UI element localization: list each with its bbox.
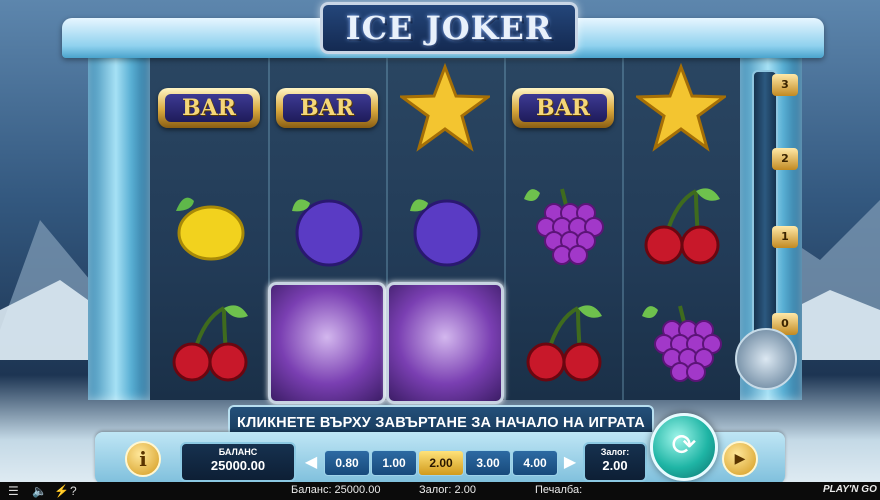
bet-label: Залог:: [600, 447, 630, 457]
cherry-symbol: [622, 168, 740, 283]
status-bar: ☰ 🔈 ⚡ ? Баланс: 25000.00 Залог: 2.00 Печ…: [0, 482, 880, 500]
bet-panel: Залог: 2.00: [583, 442, 647, 482]
status-win: Печалба:: [535, 484, 583, 496]
multiplier-level: 2: [772, 148, 798, 170]
balance-value: 25000.00: [210, 458, 266, 473]
bet-option-selected[interactable]: 2.00: [418, 450, 464, 476]
autoplay-button[interactable]: ▶: [722, 441, 758, 477]
status-balance: Баланс: 25000.00: [291, 484, 381, 496]
game-title: ICE JOKER: [345, 9, 553, 47]
plum-symbol: [268, 168, 386, 283]
bet-value: 2.00: [602, 458, 628, 473]
bar-plate: BAR: [158, 87, 260, 128]
joker-symbol: [268, 281, 386, 404]
bet-increase-button[interactable]: ▶: [563, 450, 577, 474]
cherry-symbol: [150, 285, 268, 400]
bar-text: BAR: [165, 93, 253, 122]
bet-option[interactable]: 1.00: [371, 450, 417, 476]
menu-icon[interactable]: ☰: [8, 484, 19, 498]
bar-symbol: BAR: [268, 50, 386, 165]
balance-label: БАЛАНС: [218, 447, 258, 457]
sound-icon[interactable]: 🔈: [32, 484, 47, 498]
plum-symbol: [386, 168, 504, 283]
refresh-icon: ⟳: [671, 428, 697, 463]
play-icon: ▶: [734, 451, 746, 467]
star-symbol: [386, 50, 504, 165]
joker-portrait: [268, 281, 386, 404]
multiplier-level: 3: [772, 74, 798, 96]
lemon-symbol: [150, 168, 268, 283]
status-bet: Залог: 2.00: [419, 484, 476, 496]
bar-symbol: BAR: [150, 50, 268, 165]
cherry-symbol: [504, 285, 622, 400]
quickspin-icon[interactable]: ⚡: [54, 484, 69, 498]
ice-queen-icon: [735, 328, 797, 390]
info-button[interactable]: i: [125, 441, 161, 477]
bar-plate: BAR: [512, 87, 614, 128]
bet-option[interactable]: 3.00: [465, 450, 511, 476]
joker-portrait: [386, 281, 504, 404]
multiplier-meter: [752, 70, 778, 344]
joker-symbol: [386, 281, 504, 404]
grapes-symbol: [504, 168, 622, 283]
bar-plate: BAR: [276, 87, 378, 128]
game-logo: ICE JOKER: [320, 2, 578, 54]
grapes-symbol: [622, 285, 740, 400]
multiplier-level: 1: [772, 226, 798, 248]
help-icon[interactable]: ?: [70, 484, 77, 498]
bar-text: BAR: [519, 93, 607, 122]
balance-panel: БАЛАНС 25000.00: [180, 442, 296, 482]
star-symbol: [622, 50, 740, 165]
bet-option[interactable]: 0.80: [324, 450, 370, 476]
spin-button[interactable]: ⟳: [650, 413, 718, 481]
ice-pillar-left: [88, 40, 150, 400]
bar-text: BAR: [283, 93, 371, 122]
bar-symbol: BAR: [504, 50, 622, 165]
brand-logo: PLAY'N GO: [823, 484, 877, 495]
bet-option[interactable]: 4.00: [512, 450, 558, 476]
bet-decrease-button[interactable]: ◀: [304, 450, 318, 474]
